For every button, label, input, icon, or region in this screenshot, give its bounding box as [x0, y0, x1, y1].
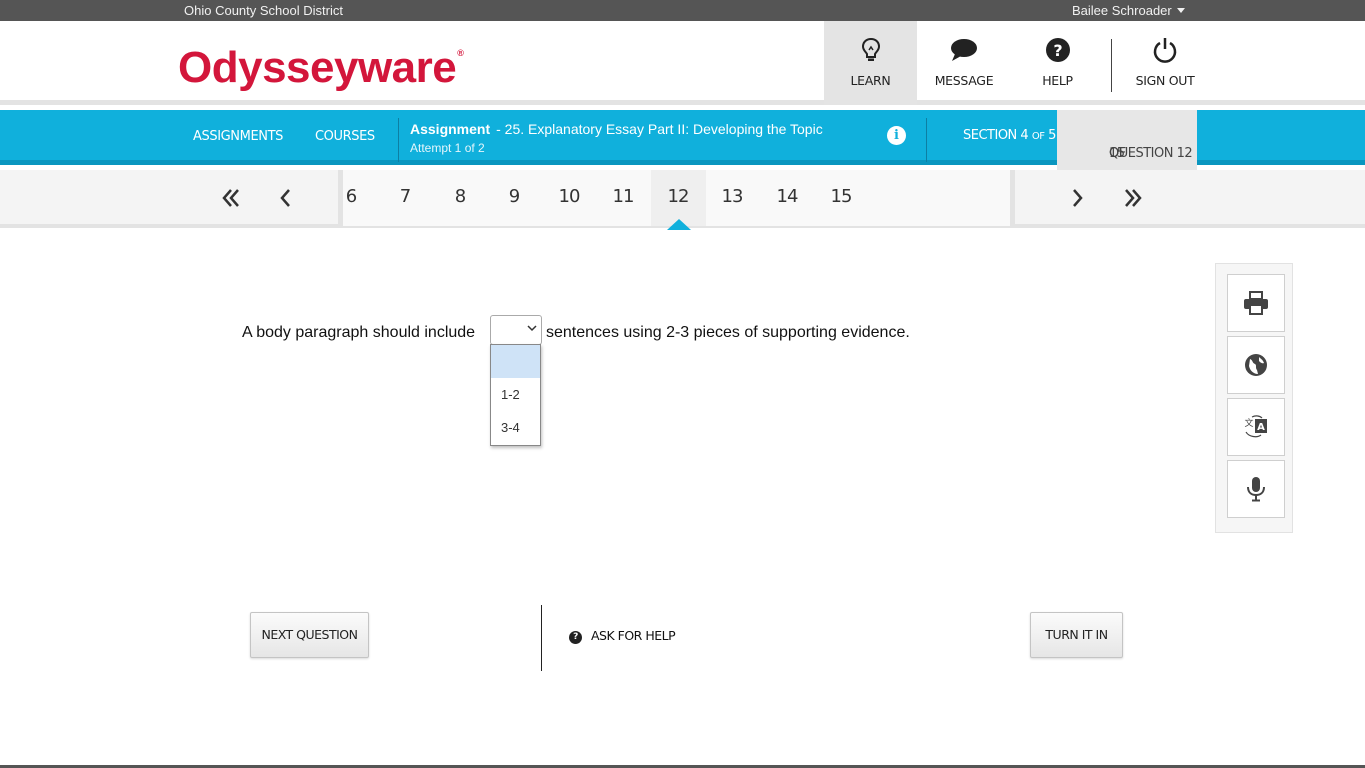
chat-bubble-icon — [951, 39, 977, 61]
logo: Odysseyware® — [178, 43, 464, 93]
attempt-text: Attempt 1 of 2 — [410, 141, 485, 155]
globe-icon — [1245, 354, 1267, 376]
last-page-button[interactable] — [1123, 186, 1143, 215]
user-name: Bailee Schroader — [1072, 3, 1172, 18]
question-text-before: A body paragraph should include — [242, 324, 476, 341]
page-15[interactable]: 15 — [821, 186, 861, 207]
assignment-title: Assignment - 25. Explanatory Essay Part I… — [410, 121, 823, 137]
answer-select[interactable] — [490, 315, 542, 345]
chevron-down-icon — [527, 325, 537, 332]
svg-text:?: ? — [1053, 41, 1062, 60]
courses-link[interactable]: COURSES — [315, 129, 375, 144]
ask-for-help-link[interactable]: ? ASK FOR HELP — [569, 628, 676, 644]
page-6[interactable]: 6 — [331, 186, 371, 207]
nav-divider — [1111, 39, 1112, 92]
question-text-after: sentences using 2-3 pieces of supporting… — [546, 324, 910, 341]
option-1-2[interactable]: 1-2 — [491, 378, 540, 411]
section-of: OF — [1031, 131, 1045, 142]
page-11[interactable]: 11 — [603, 186, 643, 207]
svg-text:A: A — [1257, 422, 1265, 433]
turn-it-in-button[interactable]: TURN IT IN — [1030, 612, 1123, 658]
bottom-divider — [541, 605, 542, 671]
answer-dropdown-list: 1-2 3-4 — [490, 344, 541, 446]
page-13[interactable]: 13 — [712, 186, 752, 207]
page-9[interactable]: 9 — [494, 186, 534, 207]
power-icon — [1153, 38, 1177, 63]
current-page-marker — [667, 219, 691, 230]
section-total: 5 — [1048, 128, 1056, 143]
section-current: SECTION 4 — [963, 128, 1029, 143]
nav-learn-label: LEARN — [850, 73, 891, 88]
logo-registered-mark: ® — [457, 48, 464, 58]
top-bar: Ohio County School District Bailee Schro… — [0, 0, 1365, 21]
translate-button[interactable]: A 文 — [1227, 398, 1285, 456]
microphone-icon — [1247, 477, 1265, 502]
page-10[interactable]: 10 — [549, 186, 589, 207]
page-7[interactable]: 7 — [385, 186, 425, 207]
chevron-right-icon — [1073, 189, 1083, 207]
info-icon[interactable]: i — [887, 126, 906, 145]
next-question-button[interactable]: NEXT QUESTION — [250, 612, 369, 658]
double-chevron-left-icon — [222, 189, 239, 207]
nav-sign-out-label: SIGN OUT — [1135, 73, 1195, 88]
section-indicator: SECTION 4 OF 5 — [963, 128, 1056, 143]
assignment-bar: ASSIGNMENTS COURSES Assignment - 25. Expl… — [0, 110, 1365, 170]
globe-button[interactable] — [1227, 336, 1285, 394]
nav-message-button[interactable]: MESSAGE — [917, 21, 1011, 105]
option-3-4[interactable]: 3-4 — [491, 411, 540, 444]
option-blank[interactable] — [491, 345, 540, 378]
question-total: 15 — [1109, 146, 1125, 161]
assignment-name: - 25. Explanatory Essay Part II: Develop… — [496, 121, 823, 137]
user-menu[interactable]: Bailee Schroader — [1072, 3, 1185, 18]
tools-panel: A 文 — [1215, 263, 1293, 533]
logo-text: Odysseyware — [178, 43, 457, 92]
microphone-button[interactable] — [1227, 460, 1285, 518]
print-button[interactable] — [1227, 274, 1285, 332]
nav-learn-button[interactable]: LEARN — [824, 21, 917, 105]
print-icon — [1244, 291, 1268, 315]
ask-for-help-label: ASK FOR HELP — [591, 628, 676, 643]
bar-divider — [926, 118, 927, 162]
svg-text:文: 文 — [1244, 417, 1253, 429]
header: Odysseyware® LEARN MESSAGE ? HELP SIGN O… — [0, 21, 1365, 105]
page-8[interactable]: 8 — [440, 186, 480, 207]
lightbulb-icon — [861, 37, 880, 61]
assignment-label: Assignment — [410, 121, 491, 137]
next-page-button[interactable] — [1071, 186, 1085, 215]
double-chevron-right-icon — [1125, 189, 1142, 207]
bar-divider — [398, 118, 399, 162]
nav-help-label: HELP — [1042, 73, 1073, 88]
translate-icon: A 文 — [1244, 415, 1267, 438]
caret-down-icon — [1176, 8, 1185, 13]
question-circle-icon: ? — [569, 631, 582, 644]
nav-message-label: MESSAGE — [934, 73, 994, 88]
assignments-link[interactable]: ASSIGNMENTS — [193, 129, 283, 144]
district-name: Ohio County School District — [184, 3, 343, 18]
page-12[interactable]: 12 — [658, 186, 698, 207]
prev-page-button[interactable] — [278, 186, 292, 215]
question-circle-icon: ? — [1045, 38, 1070, 62]
nav-sign-out-button[interactable]: SIGN OUT — [1118, 21, 1212, 105]
first-page-button[interactable] — [221, 186, 241, 215]
nav-help-button[interactable]: ? HELP — [1011, 21, 1104, 105]
chevron-left-icon — [280, 189, 290, 207]
page-14[interactable]: 14 — [767, 186, 807, 207]
page-numbers: 6 7 8 9 10 11 12 13 14 15 — [338, 170, 1015, 226]
question-indicator: QUESTION 12 OF 15 — [1057, 110, 1197, 170]
